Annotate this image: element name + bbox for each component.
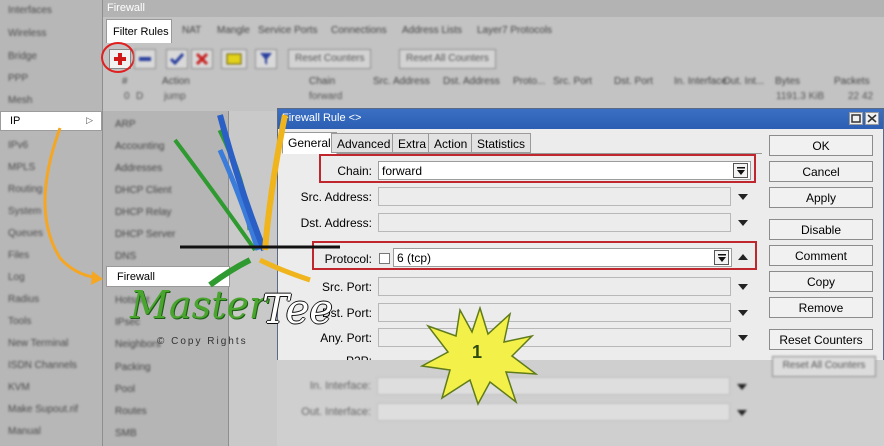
step-number: 1 — [472, 342, 483, 362]
step-badge: 1 — [419, 305, 539, 406]
